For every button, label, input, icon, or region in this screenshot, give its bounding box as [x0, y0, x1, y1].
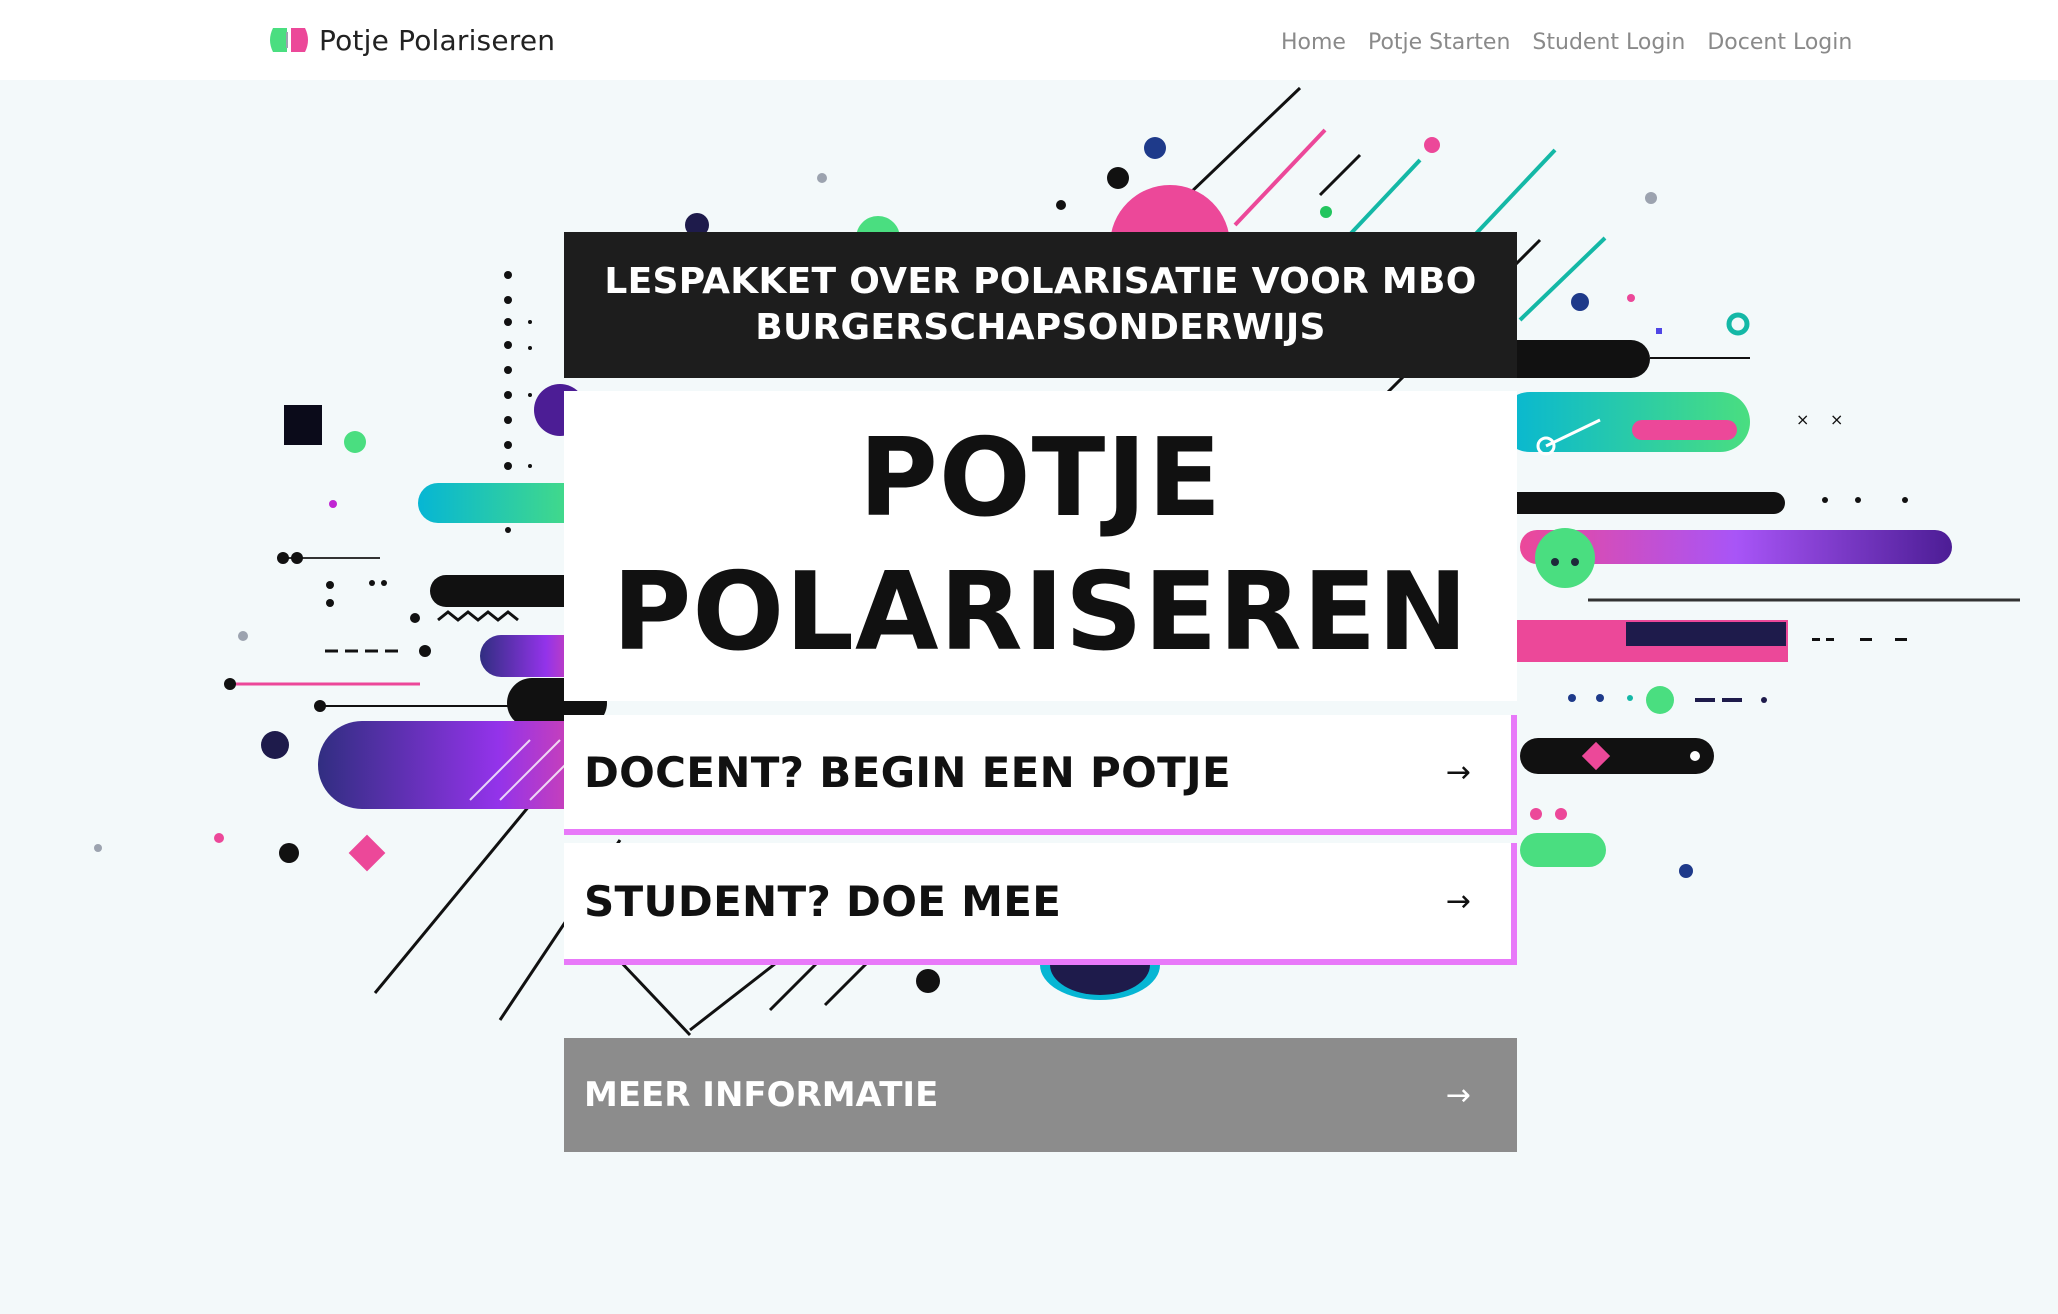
hero-title: POTJE POLARISEREN	[564, 391, 1517, 701]
svg-text:×: ×	[1796, 410, 1809, 429]
student-join-label: STUDENT? DOE MEE	[584, 876, 1062, 926]
navbar: Potje Polariseren Home Potje Starten Stu…	[0, 0, 2058, 80]
nav-potje-starten[interactable]: Potje Starten	[1368, 30, 1510, 55]
arrow-right-icon: →	[1445, 1077, 1471, 1113]
pot-logo-icon	[270, 28, 308, 52]
brand-link[interactable]: Potje Polariseren	[267, 18, 555, 62]
docent-start-button[interactable]: DOCENT? BEGIN EEN POTJE →	[564, 715, 1517, 835]
title-line-2: POLARISEREN	[612, 550, 1469, 675]
student-join-button[interactable]: STUDENT? DOE MEE →	[564, 843, 1517, 965]
docent-start-label: DOCENT? BEGIN EEN POTJE	[584, 747, 1231, 797]
title-line-1: POTJE	[858, 416, 1223, 541]
more-info-button[interactable]: MEER INFORMATIE →	[564, 1038, 1517, 1152]
brand-name: Potje Polariseren	[319, 23, 556, 57]
nav-home[interactable]: Home	[1281, 30, 1346, 55]
more-info-label: MEER INFORMATIE	[584, 1075, 939, 1115]
nav-student-login[interactable]: Student Login	[1532, 30, 1685, 55]
nav-docent-login[interactable]: Docent Login	[1707, 30, 1852, 55]
arrow-right-icon: →	[1445, 883, 1471, 919]
svg-text:×: ×	[1830, 410, 1843, 429]
nav-links: Home Potje Starten Student Login Docent …	[1281, 22, 1852, 62]
arrow-right-icon: →	[1445, 754, 1471, 790]
subtitle-banner: LESPAKKET OVER POLARISATIE VOOR MBO BURG…	[564, 232, 1517, 378]
subtitle-text: LESPAKKET OVER POLARISATIE VOOR MBO BURG…	[604, 261, 1477, 348]
